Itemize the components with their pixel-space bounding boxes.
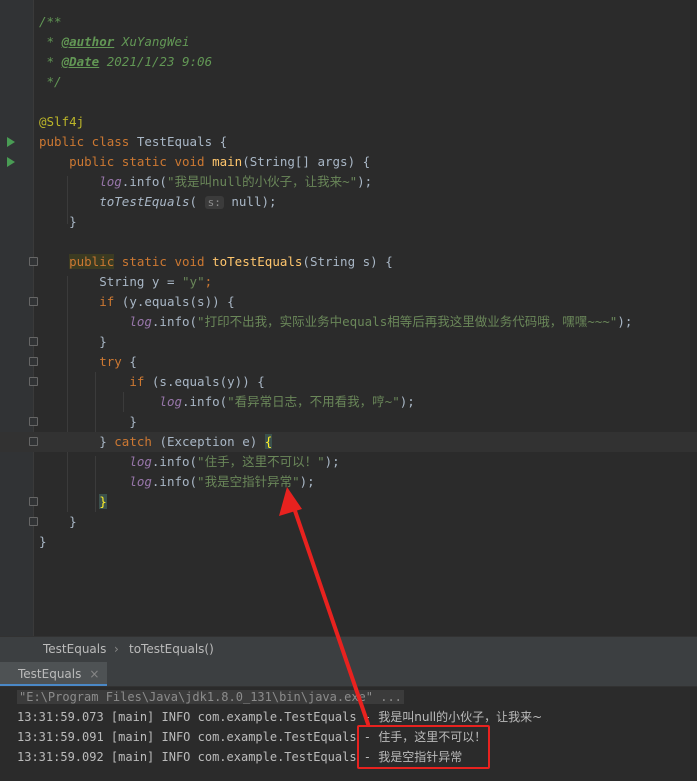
code-line: public static void main(String[] args) { bbox=[0, 152, 697, 172]
code-editor[interactable]: /** * @author XuYangWei * @Date 2021/1/2… bbox=[0, 0, 697, 636]
closing-brace: } bbox=[39, 534, 47, 549]
code-line: if (y.equals(s)) { bbox=[0, 292, 697, 312]
code-line: log.info("看异常日志，不用看我，哼~"); bbox=[0, 392, 697, 412]
code-line: } bbox=[0, 212, 697, 232]
call-argument: null); bbox=[223, 194, 277, 209]
main-keywords: public static void bbox=[69, 154, 213, 169]
author-name: XuYangWei bbox=[114, 34, 190, 49]
closing-brace: } bbox=[69, 514, 77, 529]
log-prefix: 13:31:59.092 [main] INFO com.example.Tes… bbox=[17, 750, 379, 764]
log-field: log bbox=[159, 394, 182, 409]
closing-brace: } bbox=[129, 414, 137, 429]
log-field: log bbox=[129, 314, 152, 329]
code-line: */ bbox=[0, 72, 697, 92]
if-keyword: if bbox=[99, 294, 122, 309]
log-field: log bbox=[129, 474, 152, 489]
statement-end: ); bbox=[324, 454, 340, 469]
method-call: toTestEquals bbox=[99, 194, 190, 209]
method-params: (String s) { bbox=[302, 254, 393, 269]
class-name: TestEquals { bbox=[136, 134, 228, 149]
date-tag: @Date bbox=[61, 54, 100, 69]
log-field: log bbox=[129, 454, 152, 469]
variable-declaration: String y = bbox=[99, 274, 183, 289]
statement-end: ); bbox=[399, 394, 415, 409]
info-call: .info( bbox=[151, 314, 198, 329]
string-literal: "看异常日志，不用看我，哼~" bbox=[227, 394, 400, 409]
code-line: } bbox=[0, 512, 697, 532]
log-message: 我是叫null的小伙子，让我来~ bbox=[378, 710, 543, 724]
code-line: /** bbox=[0, 12, 697, 32]
javadoc-open: /** bbox=[39, 14, 62, 29]
log-field: log bbox=[99, 174, 122, 189]
code-line: } bbox=[0, 532, 697, 552]
closing-brace: } bbox=[69, 214, 77, 229]
code-line: } bbox=[0, 332, 697, 352]
code-line: if (s.equals(y)) { bbox=[0, 372, 697, 392]
class-keyword: public class bbox=[39, 134, 137, 149]
string-literal: "y" bbox=[182, 274, 205, 289]
closing-brace: } bbox=[99, 334, 107, 349]
public-keyword: public bbox=[69, 254, 115, 269]
catch-keyword: catch bbox=[114, 434, 160, 449]
code-line: try { bbox=[99, 354, 137, 369]
console-command: "E:\Program Files\Java\jdk1.8.0_131\bin\… bbox=[17, 687, 404, 707]
method-name: toTestEquals bbox=[212, 254, 303, 269]
if-keyword: if bbox=[129, 374, 152, 389]
code-line: log.info("打印不出我，实际业务中equals相等后再我这里做业务代码哦… bbox=[0, 312, 697, 332]
breadcrumb-class[interactable]: TestEquals bbox=[43, 637, 106, 662]
log-prefix: 13:31:59.091 [main] INFO com.example.Tes… bbox=[17, 730, 379, 744]
code-line: public static void toTestEquals(String s… bbox=[0, 252, 697, 272]
string-literal: "我是叫null的小伙子，让我来~" bbox=[166, 174, 358, 189]
info-call: .info( bbox=[151, 454, 198, 469]
parameter-hint: s: bbox=[204, 196, 224, 209]
code-line: @Slf4j bbox=[0, 112, 697, 132]
console-log-line: 13:31:59.073 [main] INFO com.example.Tes… bbox=[17, 707, 542, 727]
fold-icon[interactable] bbox=[29, 437, 38, 446]
if-condition: (y.equals(s)) { bbox=[121, 294, 235, 309]
string-literal: "住手，这里不可以！" bbox=[197, 454, 325, 469]
code-line: } bbox=[99, 494, 107, 509]
info-call: .info( bbox=[151, 474, 198, 489]
code-line: log.info("住手，这里不可以！"); bbox=[0, 452, 697, 472]
run-tool-window-header: TestEquals × bbox=[0, 662, 697, 687]
breadcrumb: TestEquals › toTestEquals() bbox=[0, 636, 697, 662]
info-call: .info( bbox=[182, 394, 228, 409]
code-line: toTestEquals( s: null); bbox=[99, 194, 277, 209]
javadoc-close: */ bbox=[46, 74, 62, 89]
code-line: log.info("我是叫null的小伙子，让我来~"); bbox=[0, 172, 697, 192]
statement-end: ); bbox=[357, 174, 373, 189]
code-line: } bbox=[0, 412, 697, 432]
author-tag: @author bbox=[61, 34, 115, 49]
statement-end: ); bbox=[617, 314, 633, 329]
code-line: log.info("我是空指针异常"); bbox=[0, 472, 697, 492]
run-tab-label: TestEquals bbox=[18, 667, 82, 681]
date-value: 2021/1/23 9:06 bbox=[99, 54, 213, 69]
breadcrumb-separator-icon: › bbox=[114, 642, 119, 656]
string-literal: "打印不出我，实际业务中equals相等后再我这里做业务代码哦，嘿嘿~~~" bbox=[197, 314, 618, 329]
info-call: .info( bbox=[121, 174, 167, 189]
main-method-name: main bbox=[212, 154, 243, 169]
method-keywords: static void bbox=[114, 254, 213, 269]
string-literal: "我是空指针异常" bbox=[197, 474, 300, 489]
highlight-box bbox=[357, 725, 490, 769]
console-output[interactable]: "E:\Program Files\Java\jdk1.8.0_131\bin\… bbox=[0, 687, 697, 781]
run-tab[interactable]: TestEquals × bbox=[0, 662, 108, 686]
java-command[interactable]: "E:\Program Files\Java\jdk1.8.0_131\bin\… bbox=[17, 690, 404, 704]
main-params: (String[] args) { bbox=[242, 154, 371, 169]
code-line: String y = "y"; bbox=[99, 274, 213, 289]
if-condition: (s.equals(y)) { bbox=[151, 374, 265, 389]
log-prefix: 13:31:59.073 [main] INFO com.example.Tes… bbox=[17, 710, 379, 724]
statement-end: ); bbox=[299, 474, 315, 489]
code-line: * @Date 2021/1/23 9:06 bbox=[39, 54, 213, 69]
close-icon[interactable]: × bbox=[89, 667, 99, 681]
try-keyword: try bbox=[99, 354, 130, 369]
catch-param: (Exception e) bbox=[159, 434, 265, 449]
breadcrumb-method[interactable]: toTestEquals() bbox=[129, 637, 214, 662]
slf4j-annotation: @Slf4j bbox=[39, 114, 85, 129]
code-line: public class TestEquals { bbox=[0, 132, 697, 152]
current-line: } catch (Exception e) { bbox=[0, 432, 697, 452]
code-line: * @author XuYangWei bbox=[39, 34, 190, 49]
